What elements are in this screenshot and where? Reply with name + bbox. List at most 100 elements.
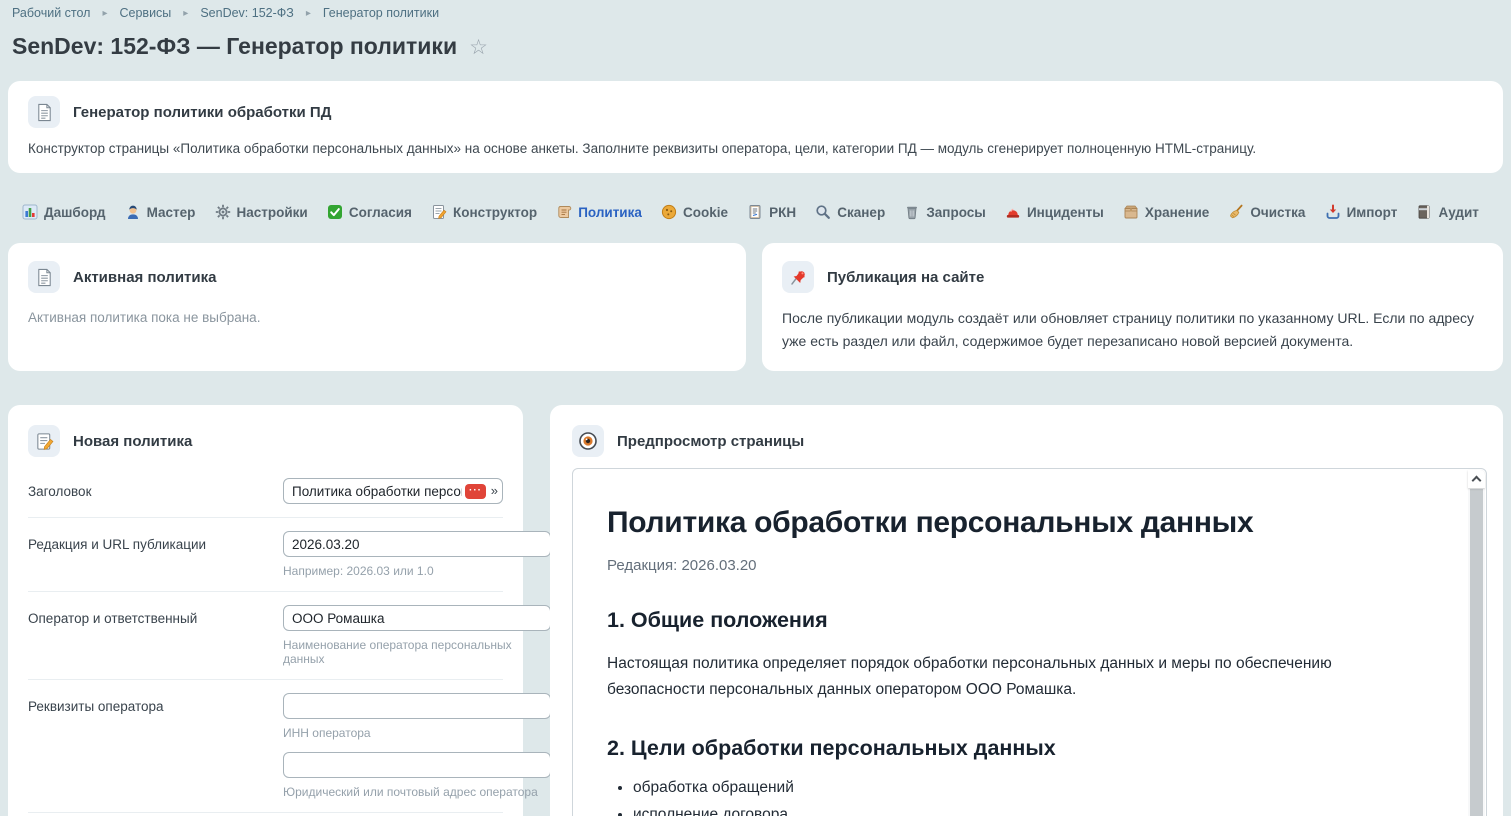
tab-label: Аудит — [1438, 205, 1478, 220]
doc-revision: Редакция: 2026.03.20 — [607, 557, 1406, 574]
active-policy-card: Активная политика Активная политика пока… — [8, 243, 746, 371]
document-icon — [28, 261, 60, 293]
tab-label: Запросы — [926, 205, 985, 220]
scroll-icon — [556, 204, 572, 220]
siren-icon — [1005, 204, 1021, 220]
tab-consents[interactable]: Согласия — [327, 204, 412, 220]
breadcrumb-item-services[interactable]: Сервисы — [120, 6, 172, 20]
eye-icon — [572, 425, 604, 457]
memo-icon — [431, 204, 447, 220]
tab-incidents[interactable]: Инциденты — [1005, 204, 1104, 220]
tab-label: Согласия — [349, 205, 412, 220]
field-row-operator: Оператор и ответственный Наименование оп… — [28, 592, 503, 680]
tab-label: Cookie — [683, 205, 728, 220]
breadcrumb: Рабочий стол ▸ Сервисы ▸ SenDev: 152-ФЗ … — [0, 0, 1511, 20]
tab-label: Инциденты — [1027, 205, 1104, 220]
preview-document: Политика обработки персональных данных Р… — [572, 468, 1487, 816]
breadcrumb-item-current[interactable]: Генератор политики — [323, 6, 439, 20]
tab-storage[interactable]: Хранение — [1123, 204, 1209, 220]
field-label: Оператор и ответственный — [28, 605, 283, 626]
tab-settings[interactable]: Настройки — [215, 204, 308, 220]
field-hint: ИНН оператора — [283, 726, 551, 740]
breadcrumb-item-desktop[interactable]: Рабочий стол — [12, 6, 90, 20]
clipped-text: » — [491, 483, 498, 498]
tab-dashboard[interactable]: Дашборд — [22, 204, 105, 220]
field-label: Реквизиты оператора — [28, 693, 283, 714]
publish-description: После публикации модуль создаёт или обно… — [782, 307, 1482, 353]
new-policy-card: Новая политика Заголовок ··· » Редакция … — [8, 405, 523, 816]
box-icon — [1123, 204, 1139, 220]
cookie-icon — [661, 204, 677, 220]
tab-requests[interactable]: Запросы — [904, 204, 985, 220]
scroll-up-button[interactable] — [1468, 470, 1485, 488]
wizard-icon — [125, 204, 141, 220]
tab-label: Дашборд — [44, 205, 105, 220]
active-policy-title: Активная политика — [73, 269, 216, 286]
chevron-up-icon — [1472, 476, 1482, 486]
field-row-revision: Редакция и URL публикации Например: 2026… — [28, 518, 503, 592]
doc-purpose-item: исполнение договора — [633, 806, 1406, 816]
check-icon — [327, 204, 343, 220]
breadcrumb-arrow-icon: ▸ — [183, 8, 188, 19]
operator-input[interactable] — [283, 605, 551, 631]
page-title: SenDev: 152-ФЗ — Генератор политики — [12, 33, 457, 60]
doc-purposes-list: обработка обращений исполнение договора — [607, 779, 1406, 816]
breadcrumb-item-module[interactable]: SenDev: 152-ФЗ — [200, 6, 294, 20]
tab-cleanup[interactable]: Очистка — [1228, 204, 1305, 220]
doc-section1-text: Настоящая политика определяет порядок об… — [607, 651, 1387, 702]
field-row-requisites: Реквизиты оператора ИНН оператора Юридич… — [28, 680, 503, 813]
field-hint: Например: 2026.03 или 1.0 — [283, 564, 551, 578]
tab-label: Импорт — [1347, 205, 1398, 220]
active-policy-message: Активная политика пока не выбрана. — [28, 310, 726, 325]
intro-title: Генератор политики обработки ПД — [73, 104, 331, 121]
revision-input[interactable] — [283, 531, 551, 557]
preview-title: Предпросмотр страницы — [617, 433, 804, 450]
spellcheck-badge-icon[interactable]: ··· — [465, 484, 486, 499]
doc-section2-heading: 2. Цели обработки персональных данных — [607, 736, 1406, 761]
pushpin-icon — [782, 261, 814, 293]
tab-bar: Дашборд Мастер Настройки Согласия Констр… — [0, 199, 1511, 225]
preview-card: Предпросмотр страницы Политика обработки… — [550, 405, 1503, 816]
intro-card: Генератор политики обработки ПД Конструк… — [8, 81, 1503, 173]
book-icon — [1416, 204, 1432, 220]
breadcrumb-arrow-icon: ▸ — [306, 8, 311, 19]
tab-audit[interactable]: Аудит — [1416, 204, 1478, 220]
favorite-star-icon[interactable]: ☆ — [469, 37, 488, 58]
tab-master[interactable]: Мастер — [125, 204, 196, 220]
doc-section1-heading: 1. Общие положения — [607, 608, 1406, 633]
memo-pencil-icon — [28, 425, 60, 457]
tab-policy[interactable]: Политика — [556, 204, 642, 220]
field-label: Заголовок — [28, 478, 283, 499]
tab-rkn[interactable]: РКН — [747, 204, 796, 220]
inn-input[interactable] — [283, 693, 551, 719]
tab-cookie[interactable]: Cookie — [661, 204, 728, 220]
preview-scrollbar[interactable] — [1468, 470, 1485, 816]
import-icon — [1325, 204, 1341, 220]
clipboard-icon — [747, 204, 763, 220]
field-row-title: Заголовок ··· » — [28, 465, 503, 518]
tab-label: Настройки — [237, 205, 308, 220]
tab-label: Конструктор — [453, 205, 537, 220]
doc-title: Политика обработки персональных данных — [607, 506, 1406, 540]
chart-icon — [22, 204, 38, 220]
tab-scanner[interactable]: Сканер — [815, 204, 885, 220]
broom-icon — [1228, 204, 1244, 220]
tab-label: РКН — [769, 205, 796, 220]
tab-constructor[interactable]: Конструктор — [431, 204, 537, 220]
publish-title: Публикация на сайте — [827, 269, 984, 286]
tab-import[interactable]: Импорт — [1325, 204, 1398, 220]
gear-icon — [215, 204, 231, 220]
scrollbar-thumb[interactable] — [1470, 489, 1483, 816]
tab-label: Политика — [578, 205, 642, 220]
publish-card: Публикация на сайте После публикации мод… — [762, 243, 1503, 371]
tab-label: Сканер — [837, 205, 885, 220]
address-input[interactable] — [283, 752, 551, 778]
field-hint: Юридический или почтовый адрес оператора — [283, 785, 551, 799]
tab-label: Очистка — [1250, 205, 1305, 220]
magnifier-icon — [815, 204, 831, 220]
document-icon — [28, 96, 60, 128]
breadcrumb-arrow-icon: ▸ — [102, 8, 107, 19]
doc-purpose-item: обработка обращений — [633, 779, 1406, 797]
tab-label: Мастер — [147, 205, 196, 220]
field-label: Редакция и URL публикации — [28, 531, 283, 552]
